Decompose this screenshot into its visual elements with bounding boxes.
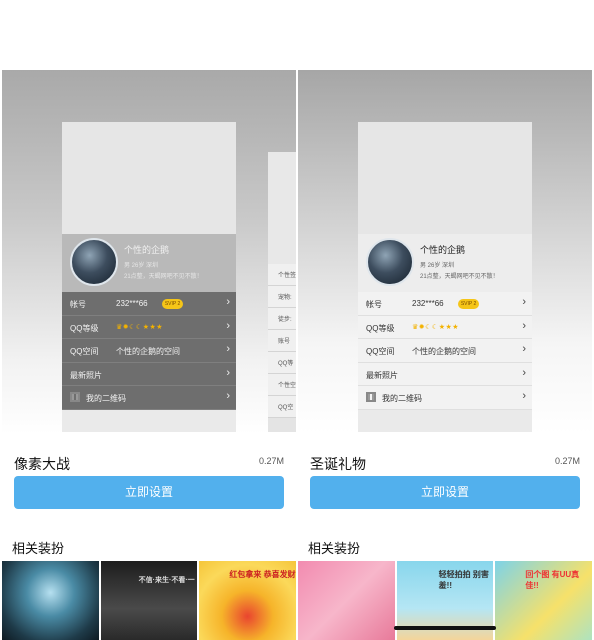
apply-now-button[interactable]: 立即设置 [310,476,580,509]
ghost-line: QQ空 [268,396,296,418]
account-value: 232***66 [116,299,148,309]
theme-size: 0.27M [554,456,580,466]
svip-badge-icon: SVIP 2 [161,299,184,309]
profile-info: 男 26岁 深圳 [420,263,455,269]
row-label: 最新照片 [366,370,398,380]
chevron-right-icon: › [226,366,230,379]
row-account: 帐号 232***66 SVIP 2 › [358,292,532,316]
related-theme-thumb[interactable]: 红包拿来 恭喜发财 [199,561,297,640]
profile-signature: 21点整，天蝎网吧不见不散！ [420,274,499,280]
related-theme-thumb[interactable]: 回个图 有UU真佳!! [495,561,593,640]
profile-preview-card: 个性的企鹅 男 26岁 深圳 21点整，天蝎网吧不见不散！ 帐号 232***6… [358,122,532,432]
related-themes-title: 相关装扮 [308,541,361,556]
chevron-right-icon: › [522,319,526,332]
row-level: QQ等级 ♛✹☾☾★★★ › [358,316,532,339]
home-indicator[interactable] [394,626,496,630]
theme-card-left[interactable]: 个性的企鹅 男 26岁 深圳 21点整，天蝎网吧不见不散！ 帐号 232***6… [2,70,297,640]
related-theme-thumb[interactable]: 不信·来生·不看·一 [100,561,198,640]
theme-card-right[interactable]: 个性的企鹅 男 26岁 深圳 21点整，天蝎网吧不见不散！ 帐号 232***6… [298,70,593,640]
qr-code-icon [366,392,376,402]
theme-store-page: 个性的企鹅 男 26岁 深圳 21点整，天蝎网吧不见不散！ 帐号 232***6… [0,0,594,640]
ghost-line: 个性空 [268,374,296,396]
row-label: 我的二维码 [86,394,126,403]
ghost-line: 宠物: [268,286,296,308]
avatar [70,238,118,286]
theme-name: 像素大战 [14,456,70,472]
row-photos: 最新照片 › [62,363,236,386]
related-theme-thumb[interactable] [2,561,99,640]
ghost-line: 账号 [268,330,296,352]
row-label: 帐号 [366,300,382,309]
avatar [366,238,414,286]
related-themes-title: 相关装扮 [12,541,65,556]
profile-info: 男 26岁 深圳 [124,263,159,269]
row-qrcode: 我的二维码 › [62,386,236,410]
profile-signature: 21点整，天蝎网吧不见不散！ [124,274,203,280]
theme-size: 0.27M [258,456,284,466]
row-level: QQ等级 ♛✹☾☾★★★ › [62,316,236,339]
apply-now-button[interactable]: 立即设置 [14,476,284,509]
row-space: QQ空间 个性的企鹅的空间 › [62,339,236,363]
profile-rows: 帐号 232***66 SVIP 2 › QQ等级 ♛✹☾☾★★★ › QQ空间 [358,292,532,410]
cover-area [358,122,532,234]
space-value: 个性的企鹅的空间 [412,347,476,356]
profile-preview-card: 个性的企鹅 男 26岁 深圳 21点整，天蝎网吧不见不散！ 帐号 232***6… [62,122,236,432]
nickname: 个性的企鹅 [124,245,170,255]
row-label: QQ等级 [366,323,395,333]
level-stars-icon: ♛✹☾☾★★★ [116,323,164,331]
chevron-right-icon: › [522,296,526,308]
related-theme-thumb[interactable] [298,561,395,640]
related-themes-list: 不信·来生·不看·一 红包拿来 恭喜发财 [2,561,297,640]
ghost-line: 个性签 [268,264,296,286]
qr-code-icon [70,392,80,402]
ghost-line: QQ等 [268,352,296,374]
row-label: 最新照片 [70,370,102,380]
chevron-right-icon: › [522,366,526,379]
row-label: 帐号 [70,300,86,309]
row-label: QQ等级 [70,323,99,333]
chevron-right-icon: › [226,296,230,308]
theme-preview[interactable]: 个性的企鹅 男 26岁 深圳 21点整，天蝎网吧不见不散！ 帐号 232***6… [2,70,296,434]
row-photos: 最新照片 › [358,363,532,386]
next-preview-card[interactable]: 个性签 宠物: 徒步: 账号 QQ等 个性空 QQ空 [268,152,296,432]
cover-area [62,122,236,234]
theme-name: 圣诞礼物 [310,456,366,472]
nickname: 个性的企鹅 [420,245,466,255]
space-value: 个性的企鹅的空间 [116,347,180,356]
chevron-right-icon: › [226,390,230,402]
row-label: QQ空间 [366,347,395,356]
row-space: QQ空间 个性的企鹅的空间 › [358,339,532,363]
chevron-right-icon: › [226,319,230,332]
profile-header: 个性的企鹅 男 26岁 深圳 21点整，天蝎网吧不见不散！ [62,234,236,292]
chevron-right-icon: › [226,343,230,355]
level-stars-icon: ♛✹☾☾★★★ [412,323,460,331]
row-label: 我的二维码 [382,394,422,403]
theme-preview[interactable]: 个性的企鹅 男 26岁 深圳 21点整，天蝎网吧不见不散！ 帐号 232***6… [298,70,592,434]
profile-header: 个性的企鹅 男 26岁 深圳 21点整，天蝎网吧不见不散！ [358,234,532,292]
row-label: QQ空间 [70,347,99,356]
row-qrcode: 我的二维码 › [358,386,532,410]
row-account: 帐号 232***66 SVIP 2 › [62,292,236,316]
ghost-line: 徒步: [268,308,296,330]
chevron-right-icon: › [522,343,526,355]
profile-rows: 帐号 232***66 SVIP 2 › QQ等级 ♛✹☾☾★★★ › QQ空间 [62,292,236,410]
svip-badge-icon: SVIP 2 [457,299,480,309]
account-value: 232***66 [412,299,444,309]
chevron-right-icon: › [522,390,526,402]
